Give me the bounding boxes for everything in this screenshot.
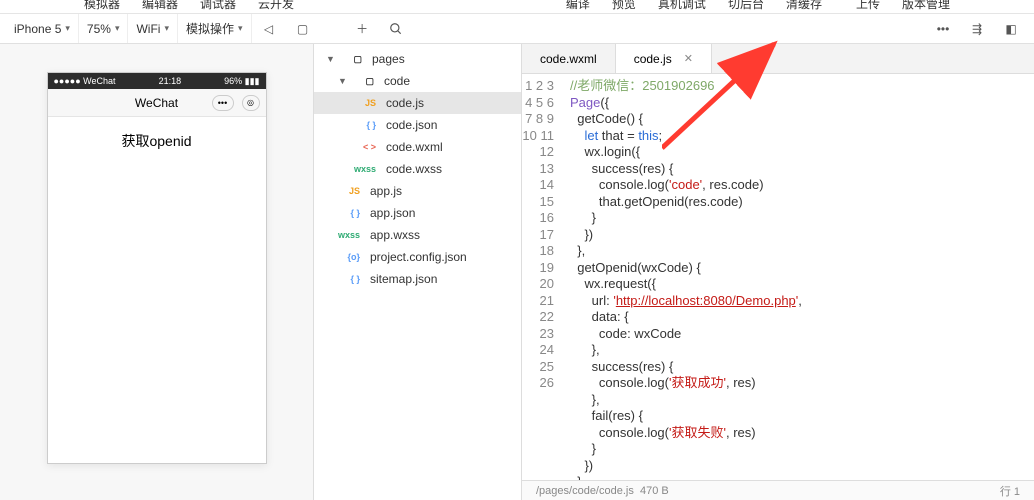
file-name: code.wxss	[386, 162, 442, 176]
capsule-menu-icon[interactable]: •••	[212, 95, 234, 111]
file-type-icon: { }	[354, 120, 376, 130]
chevron-down-icon: ▾	[164, 23, 169, 34]
stop-icon[interactable]: ▢	[292, 18, 314, 40]
phone-navbar: WeChat ••• ◎	[48, 89, 266, 117]
file-type-icon: ▢	[352, 76, 374, 87]
tree-item[interactable]: ▼ ▢ code	[314, 70, 521, 92]
menu-item[interactable]: 模拟器	[84, 0, 120, 8]
tree-item[interactable]: wxss code.wxss	[314, 158, 521, 180]
file-name: code.json	[386, 118, 437, 132]
top-menubar: 模拟器 编辑器 调试器 云开发 编译 预览 真机调试 切后台 清缓存 上传 版本管理	[0, 0, 1034, 14]
expand-icon: ▼	[326, 54, 336, 64]
file-name: code.js	[386, 96, 424, 110]
file-type-icon: { }	[338, 208, 360, 218]
device-dropdown[interactable]: iPhone 5▾	[6, 14, 79, 44]
close-icon[interactable]: ✕	[684, 52, 693, 65]
file-tree: ▼ ▢ pages ▼ ▢ code JS code.js { } code.json < > cod…	[314, 44, 522, 500]
file-name: pages	[372, 52, 405, 66]
menu-item[interactable]: 编译	[566, 0, 590, 8]
file-type-icon: wxss	[354, 164, 376, 174]
file-name: code.wxml	[386, 140, 443, 154]
tree-item[interactable]: JS code.js	[314, 92, 521, 114]
menu-item[interactable]: 版本管理	[902, 0, 950, 8]
line-gutter: 1 2 3 4 5 6 7 8 9 10 11 12 13 14 15 16 1…	[522, 74, 562, 500]
tree-item[interactable]: { } app.json	[314, 202, 521, 224]
tree-item[interactable]: JS app.js	[314, 180, 521, 202]
file-name: app.js	[370, 184, 402, 198]
phone-statusbar: ●●●●● WeChat21:1896% ▮▮▮	[48, 73, 266, 89]
file-type-icon: { }	[338, 274, 360, 284]
editor-tab[interactable]: code.wxml	[522, 44, 616, 73]
menu-item[interactable]: 切后台	[728, 0, 764, 8]
phone-frame: ●●●●● WeChat21:1896% ▮▮▮ WeChat ••• ◎ 获取…	[47, 72, 267, 464]
file-type-icon: JS	[338, 186, 360, 196]
indent-icon[interactable]: ⇶	[966, 18, 988, 40]
menu-item[interactable]: 调试器	[200, 0, 236, 8]
editor-panel: code.wxmlcode.js✕ 1 2 3 4 5 6 7 8 9 10 1…	[522, 44, 1034, 500]
tree-item[interactable]: {o} project.config.json	[314, 246, 521, 268]
menu-item[interactable]: 清缓存	[786, 0, 834, 8]
code-area[interactable]: //老师微信：2501902696Page({ getCode() { let …	[562, 74, 802, 500]
menu-item[interactable]: 真机调试	[658, 0, 706, 8]
tree-item[interactable]: wxss app.wxss	[314, 224, 521, 246]
file-type-icon: JS	[354, 98, 376, 108]
simops-dropdown[interactable]: 模拟操作▾	[178, 14, 252, 44]
page-title: WeChat	[135, 96, 178, 110]
mute-icon[interactable]: ◁	[258, 18, 280, 40]
file-type-icon: ▢	[340, 54, 362, 65]
file-name: app.json	[370, 206, 415, 220]
file-name: sitemap.json	[370, 272, 437, 286]
zoom-dropdown[interactable]: 75%▾	[79, 14, 129, 44]
tree-item[interactable]: < > code.wxml	[314, 136, 521, 158]
tree-item[interactable]: { } sitemap.json	[314, 268, 521, 290]
tree-item[interactable]: { } code.json	[314, 114, 521, 136]
file-name: app.wxss	[370, 228, 420, 242]
network-dropdown[interactable]: WiFi▾	[128, 14, 178, 44]
chevron-down-icon: ▾	[65, 23, 70, 34]
add-icon[interactable]: ＋	[351, 18, 373, 40]
simulator-panel: ●●●●● WeChat21:1896% ▮▮▮ WeChat ••• ◎ 获取…	[0, 44, 314, 500]
expand-icon: ▼	[338, 76, 348, 86]
chevron-down-icon: ▾	[115, 23, 120, 34]
menu-item[interactable]: 上传	[856, 0, 880, 8]
editor-tab[interactable]: code.js✕	[616, 44, 712, 73]
menu-item[interactable]: 云开发	[258, 0, 294, 8]
openid-button[interactable]: 获取openid	[48, 117, 266, 165]
file-name: project.config.json	[370, 250, 467, 264]
editor-tabs: code.wxmlcode.js✕	[522, 44, 1034, 74]
search-icon[interactable]	[385, 18, 407, 40]
more-icon[interactable]: •••	[932, 18, 954, 40]
file-name: code	[384, 74, 410, 88]
status-bar: /pages/code/code.js 470 B 行 1	[522, 480, 1034, 500]
file-type-icon: < >	[354, 142, 376, 152]
toolbar: iPhone 5▾ 75%▾ WiFi▾ 模拟操作▾ ◁ ▢ ＋ ••• ⇶ ◧	[0, 14, 1034, 44]
file-type-icon: wxss	[338, 230, 360, 240]
menu-item[interactable]: 预览	[612, 0, 636, 8]
chevron-down-icon: ▾	[238, 23, 243, 34]
menu-item[interactable]: 编辑器	[142, 0, 178, 8]
tree-item[interactable]: ▼ ▢ pages	[314, 48, 521, 70]
capsule-close-icon[interactable]: ◎	[242, 95, 260, 111]
split-icon[interactable]: ◧	[1000, 18, 1022, 40]
file-type-icon: {o}	[338, 252, 360, 262]
